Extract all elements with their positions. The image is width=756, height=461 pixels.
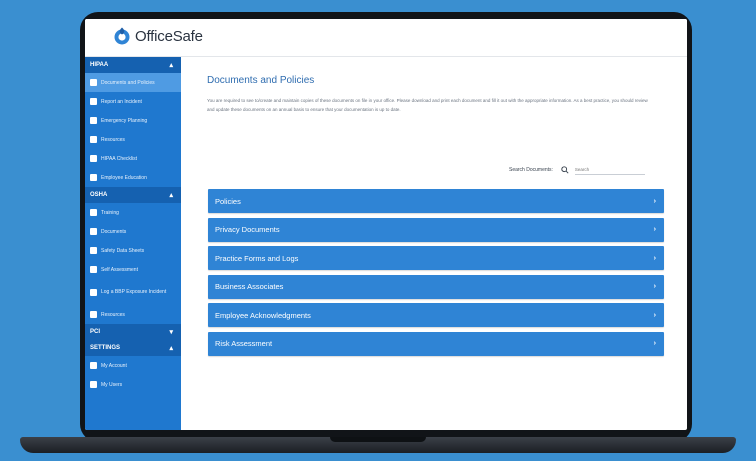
sidebar-item-my-account[interactable]: My Account: [85, 356, 181, 375]
app-screen: OfficeSafe HIPAA ▴ Documents and Policie…: [85, 19, 687, 430]
chevron-right-icon: ›: [653, 311, 656, 319]
sidebar-item-resources[interactable]: Resources: [85, 130, 181, 149]
chevron-right-icon: ›: [653, 254, 656, 262]
sidebar-section-title: SETTINGS: [90, 345, 121, 351]
chevron-right-icon: ›: [653, 340, 656, 348]
laptop-notch: [330, 437, 426, 442]
sidebar-item-label: My Account: [101, 362, 127, 369]
sidebar-item-label: Safety Data Sheets: [101, 247, 145, 254]
search-icon[interactable]: [561, 165, 569, 174]
sidebar-section-osha[interactable]: OSHA ▴: [85, 187, 181, 203]
sidebar-item-report-incident[interactable]: Report an Incident: [85, 92, 181, 111]
sidebar-item-label: Training: [101, 209, 119, 216]
top-bar: OfficeSafe: [85, 19, 687, 57]
main-content: Documents and Policies You are required …: [181, 57, 687, 430]
sidebar-item-documents[interactable]: Documents: [85, 222, 181, 241]
sidebar-item-label: My Users: [101, 381, 123, 388]
document-icon: [90, 228, 97, 235]
accordion-risk-assessment[interactable]: Risk Assessment ›: [208, 331, 664, 356]
page-intro: You are required to see to/create and ma…: [207, 98, 648, 112]
document-categories: Policies › Privacy Documents › Practice …: [208, 189, 664, 361]
chevron-up-icon: ▴: [169, 192, 173, 199]
chevron-up-icon: ▴: [169, 62, 173, 69]
sidebar-section-pci[interactable]: PCI ▾: [85, 324, 181, 340]
sidebar-item-label: Self Assessment: [101, 266, 138, 273]
sidebar-section-title: HIPAA: [90, 62, 109, 68]
account-icon: [90, 362, 97, 369]
sidebar-item-label: Emergency Planning: [101, 117, 148, 124]
sidebar-item-log-bbp-exposure[interactable]: Log a BBP Exposure Incident: [85, 279, 181, 305]
accordion-business-associates[interactable]: Business Associates ›: [208, 274, 664, 299]
sidebar-item-training[interactable]: Training: [85, 203, 181, 222]
accordion-privacy-documents[interactable]: Privacy Documents ›: [208, 217, 664, 242]
app-logo[interactable]: OfficeSafe: [112, 26, 203, 46]
sidebar-section-settings[interactable]: SETTINGS ▴: [85, 340, 181, 356]
sidebar-item-label: Resources: [101, 311, 125, 318]
training-icon: [90, 209, 97, 216]
search-input[interactable]: [574, 164, 645, 175]
accordion-label: Employee Acknowledgments: [215, 310, 311, 320]
resources-icon: [90, 136, 97, 143]
resources-icon: [90, 311, 97, 318]
sidebar-item-label: Report an Incident: [101, 98, 142, 105]
education-icon: [90, 174, 97, 181]
chevron-up-icon: ▴: [169, 345, 173, 352]
accordion-label: Policies: [215, 196, 241, 206]
sidebar-item-emergency-planning[interactable]: Emergency Planning: [85, 111, 181, 130]
sidebar-item-osha-resources[interactable]: Resources: [85, 305, 181, 324]
sidebar-item-self-assessment[interactable]: Self Assessment: [85, 260, 181, 279]
sidebar-item-label: Documents and Policies: [101, 79, 155, 86]
checklist-icon: [90, 266, 97, 273]
document-search: Search Documents:: [509, 164, 645, 175]
sidebar-section-hipaa[interactable]: HIPAA ▴: [85, 57, 181, 73]
accordion-label: Business Associates: [215, 282, 284, 292]
document-icon: [90, 79, 97, 86]
sidebar-item-label: Resources: [101, 136, 125, 143]
sidebar-section-title: PCI: [90, 329, 101, 335]
log-icon: [90, 288, 97, 296]
users-icon: [90, 381, 97, 388]
chevron-down-icon: ▾: [169, 329, 173, 336]
safety-icon: [90, 247, 97, 254]
sidebar-item-label: Documents: [101, 228, 127, 235]
officesafe-logo-icon: [114, 27, 130, 45]
sidebar-item-employee-education[interactable]: Employee Education: [85, 168, 181, 187]
checklist-icon: [90, 155, 97, 162]
accordion-label: Risk Assessment: [215, 339, 273, 349]
logo-text: OfficeSafe: [135, 27, 203, 45]
accordion-label: Practice Forms and Logs: [215, 253, 299, 263]
accordion-policies[interactable]: Policies ›: [208, 189, 664, 213]
accordion-employee-acknowledgments[interactable]: Employee Acknowledgments ›: [208, 303, 664, 328]
accordion-practice-forms-and-logs[interactable]: Practice Forms and Logs ›: [208, 246, 664, 271]
sidebar-item-documents-and-policies[interactable]: Documents and Policies: [85, 73, 181, 92]
chevron-right-icon: ›: [653, 226, 656, 234]
sidebar-item-hipaa-checklist[interactable]: HIPAA Checklist: [85, 149, 181, 168]
sidebar-section-title: OSHA: [90, 192, 108, 198]
sidebar-item-label: Employee Education: [101, 174, 147, 181]
sidebar-item-my-users[interactable]: My Users: [85, 375, 181, 394]
chevron-right-icon: ›: [653, 197, 656, 205]
report-icon: [90, 98, 97, 105]
sidebar-item-label: Log a BBP Exposure Incident: [101, 289, 167, 295]
page-title: Documents and Policies: [207, 75, 315, 86]
sidebar: HIPAA ▴ Documents and Policies Report an…: [85, 57, 181, 430]
sidebar-item-label: HIPAA Checklist: [101, 155, 138, 162]
sidebar-item-safety-data-sheets[interactable]: Safety Data Sheets: [85, 241, 181, 260]
search-label: Search Documents:: [509, 166, 553, 173]
warning-icon: [90, 117, 97, 124]
accordion-label: Privacy Documents: [215, 225, 280, 235]
chevron-right-icon: ›: [653, 283, 656, 291]
